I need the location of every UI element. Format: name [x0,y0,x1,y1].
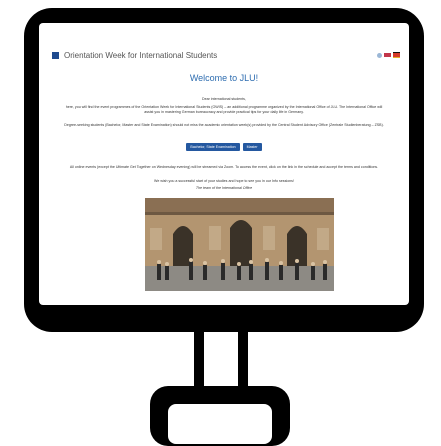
degree-paragraph: Degree-seeking students (Bachelor, Maste… [64,123,384,127]
program-buttons: Bachelor, State Examination Master [39,143,409,151]
intro-paragraph: here, you will find the event programmes… [65,105,383,114]
globe-icon[interactable] [377,52,382,58]
monitor-base-inner [168,404,272,444]
flag-de-icon[interactable] [393,52,400,58]
wish-paragraph: We wish you a successful start of your s… [154,179,294,183]
monitor-frame: Orientation Week for International Stude… [24,8,424,332]
building-photo-illustration [145,198,334,291]
master-button[interactable]: Master [242,143,262,151]
language-flags [377,52,400,58]
bachelor-state-exam-button[interactable]: Bachelor, State Examination [186,143,240,151]
site-header: Orientation Week for International Stude… [52,49,404,61]
page-title: Orientation Week for International Stude… [64,50,218,60]
browser-screen: Orientation Week for International Stude… [39,23,409,305]
flag-en-icon[interactable] [384,53,391,57]
logo-square [52,51,59,59]
monitor-neck [194,330,248,392]
online-events-paragraph: All online events (except the Ultimate G… [69,165,379,169]
welcome-heading: Welcome to JLU! [189,73,259,83]
greeting-text: Dear international students, [202,97,246,101]
signature-text: The team of the International Office [195,186,253,190]
university-building-photo [145,198,334,291]
